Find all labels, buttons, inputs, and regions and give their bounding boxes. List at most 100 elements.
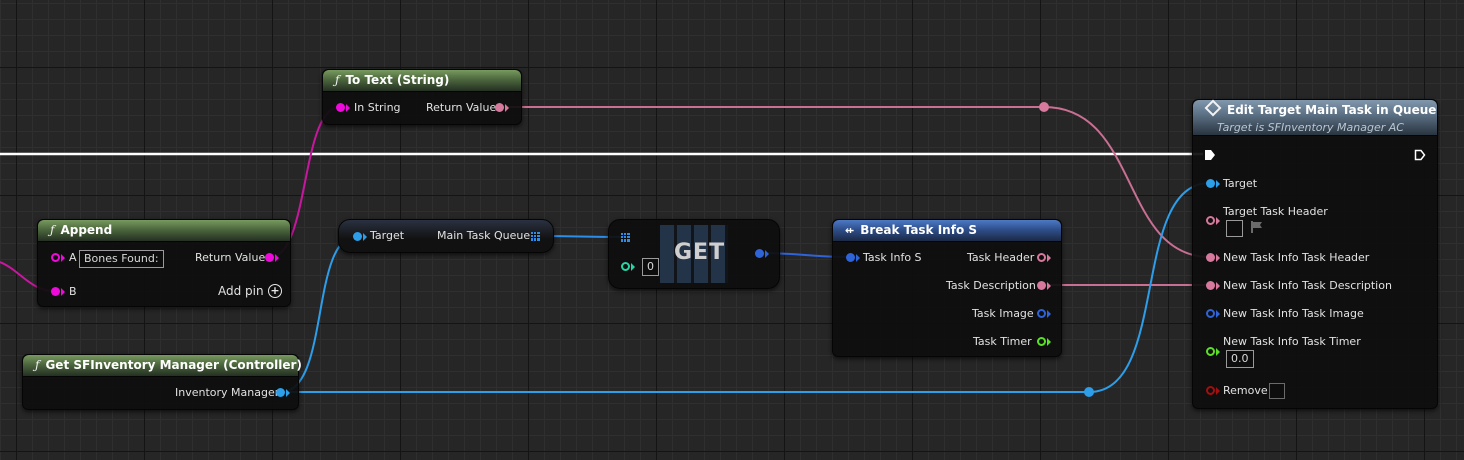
get-array-node[interactable]: GET 0 [608, 219, 780, 289]
in-string-label: In String [354, 101, 401, 114]
pin-arrow-icon [1216, 254, 1220, 262]
return-value-label: Return Value [426, 101, 497, 114]
function-icon: ƒ [335, 73, 340, 87]
index-input[interactable]: 0 [642, 258, 659, 276]
pin-b-label: B [69, 285, 77, 298]
index-pin[interactable] [621, 262, 630, 271]
target-task-header-label: Target Task Header [1223, 205, 1328, 218]
target-task-header-input[interactable] [1226, 220, 1243, 237]
queue-target-label: Target [370, 229, 405, 242]
pin-arrow-icon [1047, 338, 1051, 346]
array-grid-icon[interactable] [531, 232, 540, 241]
pin-arrow-icon [1216, 282, 1220, 290]
get-inventory-header[interactable]: ƒ Get SFInventory Manager (Controller) [23, 355, 302, 377]
task-info-s-label: Task Info S [863, 251, 922, 264]
new-timer-input[interactable]: 0.0 [1226, 350, 1254, 368]
task-info-s-pin[interactable] [846, 253, 855, 262]
return-value-pin[interactable] [495, 103, 504, 112]
task-description-pin[interactable] [1037, 281, 1046, 290]
remove-label: Remove [1223, 384, 1268, 397]
new-timer-label: New Task Info Task Timer [1223, 335, 1361, 348]
task-header-pin[interactable] [1037, 253, 1046, 262]
edit-task-title: Edit Target Main Task in Queue [1227, 103, 1437, 117]
task-timer-pin[interactable] [1037, 337, 1046, 346]
queue-target-pin[interactable] [353, 232, 362, 241]
pin-arrow-icon [1216, 180, 1220, 188]
pin-arrow-icon [363, 233, 367, 241]
task-image-label: Task Image [972, 307, 1034, 320]
break-task-header[interactable]: ⇷ Break Task Info S [833, 220, 1061, 242]
return-value-label: Return Value [195, 251, 266, 264]
new-description-pin[interactable] [1206, 281, 1215, 290]
edit-diamond-icon [1204, 99, 1222, 117]
get-label: GET [674, 240, 726, 265]
remove-pin[interactable] [1206, 386, 1215, 395]
append-title: Append [60, 223, 113, 237]
inventory-manager-pin[interactable] [276, 388, 285, 397]
task-description-label: Task Description [946, 279, 1036, 292]
pin-arrow-icon [275, 254, 279, 262]
pin-arrow-icon [1216, 348, 1220, 356]
pin-arrow-icon [1047, 254, 1051, 262]
return-value-pin[interactable] [265, 253, 274, 262]
get-inventory-node[interactable]: ƒ Get SFInventory Manager (Controller) In… [22, 354, 302, 410]
array-grid-icon[interactable] [621, 233, 630, 242]
new-header-label: New Task Info Task Header [1223, 251, 1370, 264]
new-header-pin[interactable] [1206, 253, 1215, 262]
task-image-pin[interactable] [1037, 309, 1046, 318]
break-struct-icon: ⇷ [845, 224, 855, 237]
pin-arrow-icon [1047, 282, 1051, 290]
add-circle-icon[interactable]: + [268, 284, 282, 298]
break-task-title: Break Task Info S [860, 223, 978, 237]
get-inventory-title: Get SFInventory Manager (Controller) [45, 358, 302, 372]
pin-arrow-icon [61, 254, 65, 262]
edit-task-subtitle: Target is SFInventory Manager AC [1217, 121, 1404, 134]
task-header-label: Task Header [967, 251, 1035, 264]
pin-arrow-icon [1216, 387, 1220, 395]
remove-checkbox[interactable] [1269, 383, 1285, 399]
bones-found-input[interactable]: Bones Found: [79, 250, 164, 268]
pin-arrow-icon [765, 250, 769, 258]
function-icon: ƒ [50, 223, 55, 237]
add-pin-label[interactable]: Add pin [218, 284, 264, 298]
edit-task-node[interactable]: Edit Target Main Task in Queue Target is… [1192, 99, 1438, 409]
pin-arrow-icon [286, 389, 290, 397]
to-text-header[interactable]: ƒ To Text (String) [323, 70, 521, 92]
pin-arrow-icon [1216, 217, 1220, 225]
pin-arrow-icon [631, 263, 635, 271]
new-timer-pin[interactable] [1206, 347, 1215, 356]
main-task-queue-label: Main Task Queue [437, 229, 531, 242]
edit-task-header[interactable]: Edit Target Main Task in Queue Target is… [1193, 99, 1437, 136]
pin-arrow-icon [1047, 310, 1051, 318]
pin-arrow-icon [505, 104, 509, 112]
get-output-pin[interactable] [755, 249, 764, 258]
pin-arrow-icon [856, 254, 860, 262]
new-description-label: New Task Info Task Description [1223, 279, 1392, 292]
pin-a[interactable] [51, 253, 60, 262]
pin-a-label: A [69, 251, 77, 264]
new-image-label: New Task Info Task Image [1223, 307, 1364, 320]
new-image-pin[interactable] [1206, 309, 1215, 318]
exec-out-pin-icon[interactable] [1414, 149, 1426, 161]
to-text-node[interactable]: ƒ To Text (String) In String Return Value [322, 69, 522, 125]
text-wire-to-header [1043, 106, 1211, 258]
break-task-node[interactable]: ⇷ Break Task Info S Task Info S Task Head… [832, 219, 1062, 357]
pin-arrow-icon [61, 288, 65, 296]
in-string-pin[interactable] [336, 103, 345, 112]
exec-in-pin-icon[interactable] [1204, 149, 1216, 161]
pin-arrow-icon [346, 104, 350, 112]
reroute-knot-object [1084, 387, 1094, 397]
inventory-manager-label: Inventory Manager [175, 386, 280, 399]
target-pin[interactable] [1206, 179, 1215, 188]
flag-icon[interactable] [1250, 220, 1264, 234]
function-icon: ƒ [35, 358, 40, 372]
to-text-title: To Text (String) [345, 73, 450, 87]
main-task-queue-node[interactable]: Target Main Task Queue [338, 219, 554, 253]
task-timer-label: Task Timer [973, 335, 1032, 348]
append-header[interactable]: ƒ Append [38, 220, 290, 242]
pin-arrow-icon [1216, 310, 1220, 318]
target-label: Target [1223, 177, 1258, 190]
append-node[interactable]: ƒ Append A Bones Found: Return Value B Ad… [37, 219, 291, 307]
pin-b[interactable] [51, 287, 60, 296]
target-task-header-pin[interactable] [1206, 216, 1215, 225]
